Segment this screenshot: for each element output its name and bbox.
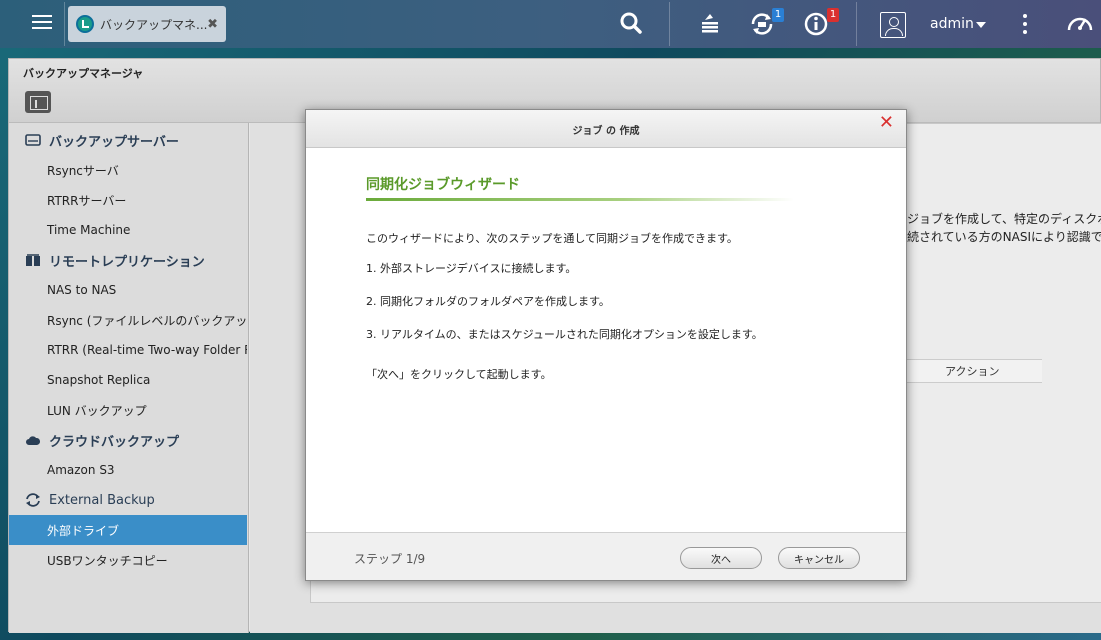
action-column-header: アクション xyxy=(906,359,1042,383)
server-icon xyxy=(25,134,41,146)
task-stack-icon[interactable] xyxy=(696,10,724,38)
close-icon[interactable]: ✕ xyxy=(879,112,894,133)
divider xyxy=(856,2,857,46)
sidebar-item-lun-backup[interactable]: LUN バックアップ xyxy=(9,395,247,425)
next-button[interactable]: 次へ xyxy=(680,547,762,569)
sidebar-group-label: バックアップサーバー xyxy=(49,134,179,150)
divider xyxy=(669,2,670,46)
heading-underline xyxy=(366,198,794,201)
sidebar-item-rtrr[interactable]: RTRR (Real-time Two-way Folder Replicati… xyxy=(9,335,247,365)
sidebar-group-remote-replication[interactable]: リモートレプリケーション xyxy=(9,245,249,275)
app-tab-title: バックアップマネ... xyxy=(100,17,208,32)
sidebar-group-label: External Backup xyxy=(49,492,155,508)
search-icon[interactable] xyxy=(618,10,646,38)
sidebar-group-label: クラウドバックアップ xyxy=(49,434,180,450)
wizard-intro: このウィザードにより、次のステップを通して同期ジョブを作成できます。 xyxy=(366,232,738,245)
backup-sync-notification[interactable]: 1 xyxy=(748,8,784,38)
window-title: バックアップマネージャ xyxy=(23,67,144,80)
backup-manager-app-icon xyxy=(76,15,94,33)
background-description-line-2: 続されている方のNASIにより認識できま xyxy=(907,230,1101,244)
sidebar-group-label: リモートレプリケーション xyxy=(49,254,205,270)
dashboard-gauge-icon[interactable] xyxy=(1066,10,1094,38)
sidebar-item-rsync[interactable]: Rsync (ファイルレベルのバックアップ) xyxy=(9,305,247,335)
chevron-down-icon[interactable] xyxy=(976,22,986,28)
sidebar-item-nas-to-nas[interactable]: NAS to NAS xyxy=(9,275,247,305)
wizard-step-1: 1. 外部ストレージデバイスに接続します。 xyxy=(366,262,577,275)
sidebar-item-external-drive[interactable]: 外部ドライブ xyxy=(9,515,247,545)
sync-arrows-icon xyxy=(26,493,40,507)
sidebar-group-backup-server[interactable]: バックアップサーバー xyxy=(9,125,249,155)
cancel-button[interactable]: キャンセル xyxy=(778,547,860,569)
wizard-heading: 同期化ジョブウィザード xyxy=(366,177,520,193)
create-job-dialog: ジョブ の 作成 ✕ 同期化ジョブウィザード このウィザードにより、次のステップ… xyxy=(305,109,907,581)
background-description-line-1: ジョブを作成して、特定のディスクボリュー xyxy=(907,212,1101,226)
replication-icon xyxy=(26,254,40,266)
wizard-step-2: 2. 同期化フォルダのフォルダペアを作成します。 xyxy=(366,295,610,308)
backup-sync-badge: 1 xyxy=(772,8,784,22)
sidebar-item-snapshot-replica[interactable]: Snapshot Replica xyxy=(9,365,247,395)
dialog-title-bar: ジョブ の 作成 ✕ xyxy=(306,110,906,148)
dialog-footer: ステップ 1/9 次へ キャンセル xyxy=(306,532,906,580)
sidebar-item-amazon-s3[interactable]: Amazon S3 xyxy=(9,455,247,485)
more-options-icon[interactable] xyxy=(1020,14,1030,36)
layout-toggle-icon[interactable] xyxy=(25,91,51,113)
wizard-step-3: 3. リアルタイムの、またはスケジュールされた同期化オプションを設定します。 xyxy=(366,328,763,341)
divider xyxy=(64,2,65,46)
sidebar: バックアップサーバー Rsyncサーバ RTRRサーバー Time Machin… xyxy=(9,123,249,633)
cloud-icon xyxy=(26,436,41,445)
sidebar-group-external-backup[interactable]: External Backup xyxy=(9,485,249,515)
user-name[interactable]: admin xyxy=(930,16,974,32)
close-tab-icon[interactable]: ✖ xyxy=(207,17,218,32)
wizard-start-hint: 「次へ」をクリックして起動します。 xyxy=(366,368,552,381)
sidebar-item-time-machine[interactable]: Time Machine xyxy=(9,215,247,245)
info-notification[interactable]: 1 xyxy=(803,8,839,38)
step-indicator: ステップ 1/9 xyxy=(354,552,426,566)
app-tab[interactable]: バックアップマネ... ✖ xyxy=(68,6,226,42)
top-bar: バックアップマネ... ✖ 1 1 admin xyxy=(0,0,1101,48)
menu-icon[interactable] xyxy=(22,10,64,40)
info-badge: 1 xyxy=(827,8,839,22)
sidebar-group-cloud-backup[interactable]: クラウドバックアップ xyxy=(9,425,249,455)
user-avatar-icon[interactable] xyxy=(880,12,906,38)
sidebar-item-usb-one-touch-copy[interactable]: USBワンタッチコピー xyxy=(9,545,247,575)
sidebar-item-rtrr-server[interactable]: RTRRサーバー xyxy=(9,185,247,215)
dialog-title: ジョブ の 作成 xyxy=(572,126,640,137)
sidebar-item-rsync-server[interactable]: Rsyncサーバ xyxy=(9,155,247,185)
